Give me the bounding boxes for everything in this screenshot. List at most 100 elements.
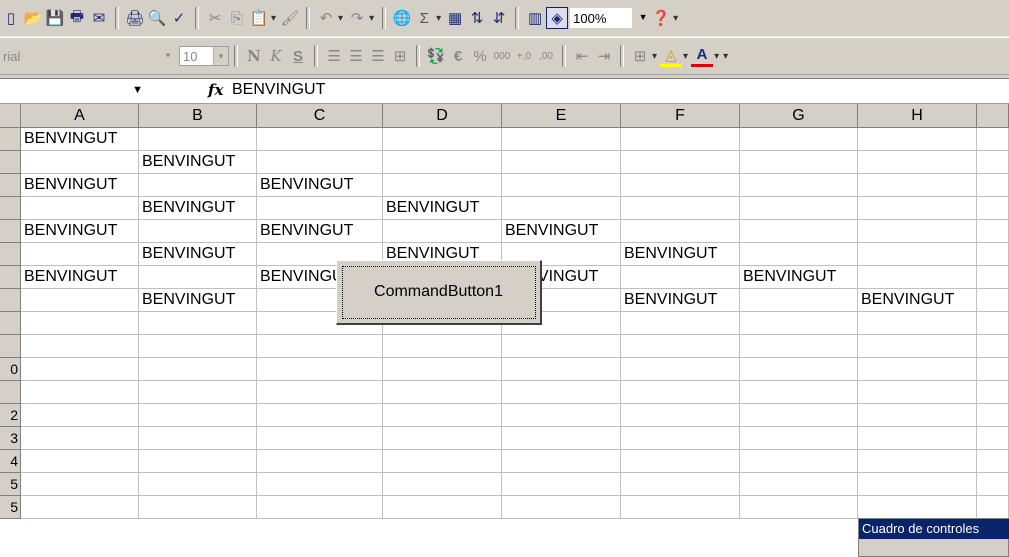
function-icon[interactable]: ▦ (444, 7, 466, 29)
cell[interactable]: BENVINGUT (21, 174, 139, 197)
cell[interactable] (858, 312, 977, 335)
underline-button[interactable]: S (287, 45, 309, 67)
hyperlink-icon[interactable]: 🌐 (391, 7, 413, 29)
row-header[interactable] (0, 243, 21, 266)
column-header-a[interactable]: A (21, 104, 139, 128)
cell[interactable] (977, 427, 1009, 450)
cell[interactable]: BENVINGUT (139, 197, 257, 220)
cell[interactable] (740, 197, 858, 220)
cell[interactable] (858, 197, 977, 220)
cell[interactable] (740, 473, 858, 496)
cell[interactable] (740, 404, 858, 427)
new-icon[interactable]: ▯ (0, 7, 22, 29)
cell[interactable] (858, 151, 977, 174)
row-header[interactable] (0, 289, 21, 312)
cell[interactable] (257, 450, 383, 473)
cell[interactable] (740, 128, 858, 151)
row-header[interactable] (0, 312, 21, 335)
cell[interactable] (621, 381, 740, 404)
cell[interactable] (740, 312, 858, 335)
undo-icon[interactable]: ↶ (315, 7, 337, 29)
increase-decimal-icon[interactable]: +,0 (513, 45, 535, 67)
row-header[interactable] (0, 128, 21, 151)
align-right-icon[interactable]: ☰ (367, 45, 389, 67)
cell[interactable] (858, 266, 977, 289)
cell[interactable] (257, 404, 383, 427)
save-icon[interactable]: 💾 (44, 7, 66, 29)
cell[interactable] (383, 496, 502, 519)
cell[interactable] (383, 358, 502, 381)
cell[interactable] (383, 427, 502, 450)
comma-style-icon[interactable]: 000 (491, 45, 513, 67)
italic-button[interactable]: K (265, 45, 287, 67)
cell[interactable] (977, 450, 1009, 473)
cell[interactable] (257, 128, 383, 151)
formula-input[interactable]: BENVINGUT (232, 81, 325, 99)
cell[interactable] (621, 312, 740, 335)
cell[interactable] (740, 220, 858, 243)
cell[interactable] (257, 427, 383, 450)
cell[interactable] (139, 220, 257, 243)
cell[interactable]: BENVINGUT (858, 289, 977, 312)
font-color-dropdown-icon[interactable]: ▾ (714, 51, 719, 62)
percent-icon[interactable]: % (469, 45, 491, 67)
cell[interactable] (621, 335, 740, 358)
cell[interactable] (740, 450, 858, 473)
insert-function-icon[interactable]: fx (208, 81, 223, 99)
cell[interactable] (502, 174, 621, 197)
sort-ascending-icon[interactable]: ⇅ (466, 7, 488, 29)
cell[interactable] (502, 450, 621, 473)
redo-dropdown-icon[interactable]: ▾ (369, 13, 374, 24)
cell[interactable] (139, 381, 257, 404)
help-icon[interactable]: ❓ (650, 7, 672, 29)
cell[interactable] (257, 358, 383, 381)
cell[interactable] (858, 335, 977, 358)
cell[interactable] (502, 358, 621, 381)
cell[interactable] (621, 151, 740, 174)
cell[interactable] (383, 473, 502, 496)
open-icon[interactable]: 📂 (22, 7, 44, 29)
cell[interactable] (383, 335, 502, 358)
row-header[interactable] (0, 220, 21, 243)
cell[interactable] (139, 312, 257, 335)
cell[interactable] (740, 243, 858, 266)
cell[interactable] (502, 197, 621, 220)
cell[interactable]: BENVINGUT (621, 289, 740, 312)
cell[interactable] (21, 197, 139, 220)
cell[interactable]: BENVINGUT (139, 151, 257, 174)
controls-toolbox[interactable]: Cuadro de controles (858, 518, 1009, 557)
cell[interactable] (858, 473, 977, 496)
cell[interactable] (621, 427, 740, 450)
cell[interactable] (858, 496, 977, 519)
cell[interactable] (858, 128, 977, 151)
borders-icon[interactable]: ⊞ (629, 45, 651, 67)
cell[interactable] (740, 427, 858, 450)
chart-wizard-icon[interactable]: ▥ (524, 7, 546, 29)
cell[interactable] (858, 220, 977, 243)
row-header[interactable]: 3 (0, 427, 21, 450)
cell[interactable] (257, 335, 383, 358)
cell[interactable] (740, 174, 858, 197)
cell[interactable] (977, 496, 1009, 519)
autosum-icon[interactable]: Σ (413, 7, 435, 29)
decrease-indent-icon[interactable]: ⇤ (571, 45, 593, 67)
cell[interactable]: BENVINGUT (740, 266, 858, 289)
column-header-g[interactable]: G (740, 104, 858, 128)
cell[interactable] (740, 381, 858, 404)
cell[interactable] (139, 128, 257, 151)
cell[interactable] (977, 473, 1009, 496)
cell[interactable] (740, 335, 858, 358)
euro-icon[interactable]: € (447, 45, 469, 67)
email-icon[interactable]: ✉ (88, 7, 110, 29)
align-left-icon[interactable]: ☰ (323, 45, 345, 67)
cell[interactable] (139, 427, 257, 450)
cell[interactable] (257, 197, 383, 220)
cell[interactable] (621, 473, 740, 496)
cell[interactable] (383, 151, 502, 174)
cell[interactable] (139, 358, 257, 381)
column-header-c[interactable]: C (257, 104, 383, 128)
cell[interactable] (740, 358, 858, 381)
cell[interactable] (383, 404, 502, 427)
cell[interactable] (502, 427, 621, 450)
copy-icon[interactable]: ⎘ (226, 7, 248, 29)
